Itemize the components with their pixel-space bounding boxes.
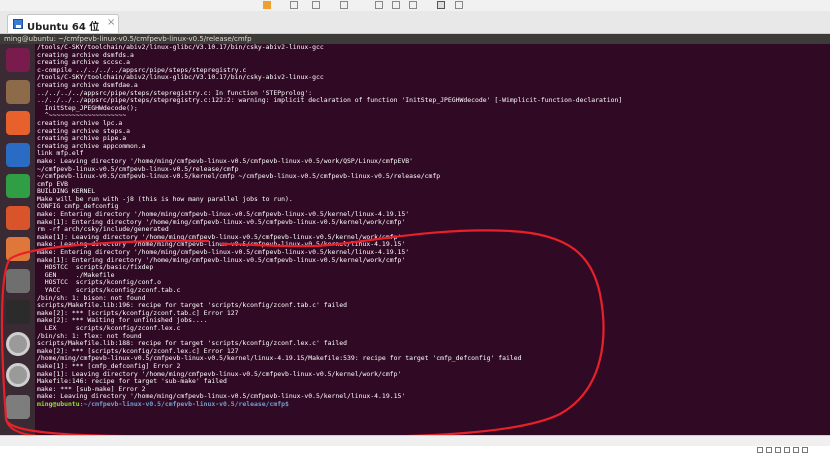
device-icon[interactable] bbox=[775, 447, 781, 453]
calc-icon[interactable] bbox=[6, 174, 30, 198]
impress-icon[interactable] bbox=[6, 205, 30, 230]
toolbar-icon[interactable] bbox=[340, 1, 348, 9]
software-center-icon[interactable] bbox=[6, 237, 30, 261]
vm-tab[interactable]: Ubuntu 64 位 × bbox=[7, 14, 119, 33]
toolbar-icon[interactable] bbox=[437, 1, 445, 9]
device-icon[interactable] bbox=[802, 447, 808, 453]
terminal-icon[interactable] bbox=[6, 300, 30, 324]
writer-icon[interactable] bbox=[6, 142, 30, 167]
prompt-user: ming@ubuntu bbox=[37, 399, 80, 408]
device-icon[interactable] bbox=[766, 447, 772, 453]
vm-tab-bar: Ubuntu 64 位 × bbox=[0, 11, 830, 34]
prompt-path: :~/cmfpevb-linux-v0.5/cmfpevb-linux-v0.5… bbox=[79, 399, 289, 408]
terminal-titlebar: ming@ubuntu: ~/cmfpevb-linux-v0.5/cmfpev… bbox=[0, 34, 830, 44]
device-icon[interactable] bbox=[793, 447, 799, 453]
terminal-title: ming@ubuntu: ~/cmfpevb-linux-v0.5/cmfpev… bbox=[4, 35, 252, 43]
vm-icon bbox=[13, 19, 23, 29]
ubuntu-dash-icon[interactable] bbox=[6, 48, 30, 72]
device-icon[interactable] bbox=[757, 447, 763, 453]
toolbar-icon[interactable] bbox=[392, 1, 400, 9]
dvd-icon[interactable] bbox=[6, 331, 30, 356]
files-icon[interactable] bbox=[6, 79, 30, 104]
toolbar-icon[interactable] bbox=[312, 1, 320, 9]
terminal-output: /tools/C-SKY/toolchain/abiv2/linux-glibc… bbox=[35, 44, 830, 401]
status-icons bbox=[754, 438, 824, 453]
toolbar-icon[interactable] bbox=[455, 1, 463, 9]
system-settings-icon[interactable] bbox=[6, 268, 30, 293]
toolbar-icon[interactable] bbox=[409, 1, 417, 9]
firefox-icon[interactable] bbox=[6, 111, 30, 135]
vm-tab-label: Ubuntu 64 位 bbox=[27, 22, 100, 33]
toolbar-icon[interactable] bbox=[375, 1, 383, 9]
toolbar-icon[interactable] bbox=[290, 1, 298, 9]
toolbar-icon[interactable] bbox=[263, 1, 271, 9]
vm-display[interactable]: ming@ubuntu: ~/cmfpevb-linux-v0.5/cmfpev… bbox=[0, 34, 830, 435]
dvd-icon-2[interactable] bbox=[6, 363, 30, 387]
trash-icon[interactable] bbox=[6, 394, 30, 419]
terminal-line: ~/cmfpevb-linux-v0.5/cmfpevb-linux-v0.5/… bbox=[37, 172, 441, 181]
close-icon[interactable]: × bbox=[107, 17, 115, 28]
terminal-window[interactable]: /tools/C-SKY/toolchain/abiv2/linux-glibc… bbox=[35, 44, 830, 435]
host-status-bar bbox=[0, 435, 830, 453]
unity-launcher bbox=[0, 44, 35, 435]
terminal-prompt[interactable]: ming@ubuntu:~/cmfpevb-linux-v0.5/cmfpevb… bbox=[35, 399, 830, 409]
device-icon[interactable] bbox=[784, 447, 790, 453]
